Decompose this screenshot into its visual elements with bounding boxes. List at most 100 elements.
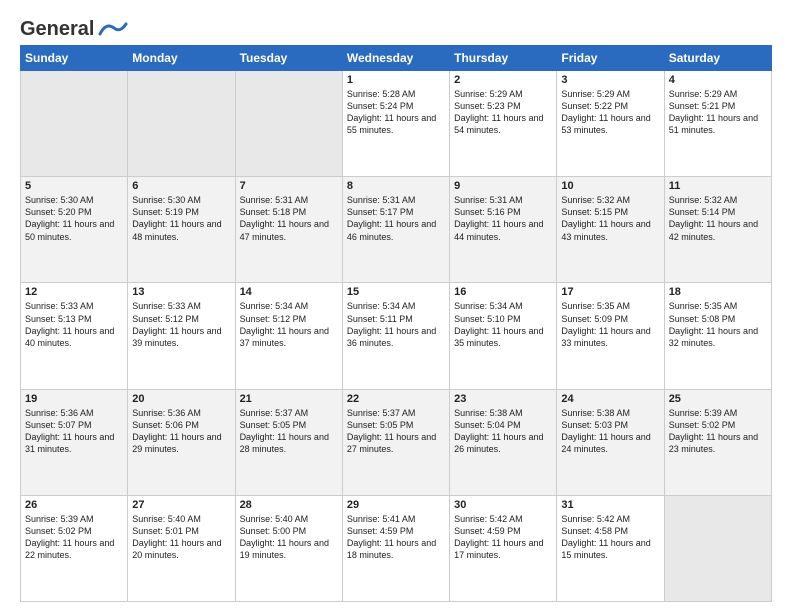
day-number: 27: [132, 499, 230, 511]
day-cell: [664, 495, 771, 601]
day-cell: 20 Sunrise: 5:36 AMSunset: 5:06 PMDayligh…: [128, 389, 235, 495]
day-cell: 3 Sunrise: 5:29 AMSunset: 5:22 PMDaylight…: [557, 71, 664, 177]
day-number: 6: [132, 180, 230, 192]
day-info: Sunrise: 5:34 AMSunset: 5:12 PMDaylight:…: [240, 300, 338, 349]
day-number: 13: [132, 286, 230, 298]
day-info: Sunrise: 5:37 AMSunset: 5:05 PMDaylight:…: [240, 407, 338, 456]
day-number: 19: [25, 393, 123, 405]
day-cell: [21, 71, 128, 177]
header-cell-sunday: Sunday: [21, 46, 128, 71]
day-cell: 19 Sunrise: 5:36 AMSunset: 5:07 PMDayligh…: [21, 389, 128, 495]
day-info: Sunrise: 5:36 AMSunset: 5:06 PMDaylight:…: [132, 407, 230, 456]
day-cell: 16 Sunrise: 5:34 AMSunset: 5:10 PMDayligh…: [450, 283, 557, 389]
header-cell-wednesday: Wednesday: [342, 46, 449, 71]
day-number: 7: [240, 180, 338, 192]
day-cell: 29 Sunrise: 5:41 AMSunset: 4:59 PMDayligh…: [342, 495, 449, 601]
day-cell: 30Sunrise: 5:42 AMSunset: 4:59 PMDayligh…: [450, 495, 557, 601]
day-info: Sunrise: 5:29 AMSunset: 5:23 PMDaylight:…: [454, 88, 552, 137]
day-number: 12: [25, 286, 123, 298]
day-cell: 2 Sunrise: 5:29 AMSunset: 5:23 PMDaylight…: [450, 71, 557, 177]
day-number: 2: [454, 74, 552, 86]
day-info: Sunrise: 5:31 AMSunset: 5:18 PMDaylight:…: [240, 194, 338, 243]
calendar-body: 1 Sunrise: 5:28 AMSunset: 5:24 PMDaylight…: [21, 71, 772, 602]
day-cell: 23 Sunrise: 5:38 AMSunset: 5:04 PMDayligh…: [450, 389, 557, 495]
day-info: Sunrise: 5:39 AMSunset: 5:02 PMDaylight:…: [25, 513, 123, 562]
calendar-header: SundayMondayTuesdayWednesdayThursdayFrid…: [21, 46, 772, 71]
day-number: 17: [561, 286, 659, 298]
day-number: 22: [347, 393, 445, 405]
day-number: 29: [347, 499, 445, 511]
day-number: 18: [669, 286, 767, 298]
day-info: Sunrise: 5:34 AMSunset: 5:10 PMDaylight:…: [454, 300, 552, 349]
day-info: Sunrise: 5:40 AMSunset: 5:00 PMDaylight:…: [240, 513, 338, 562]
day-cell: 4Sunrise: 5:29 AMSunset: 5:21 PMDaylight…: [664, 71, 771, 177]
header-row: SundayMondayTuesdayWednesdayThursdayFrid…: [21, 46, 772, 71]
logo-icon: [96, 20, 128, 40]
week-row-5: 26 Sunrise: 5:39 AMSunset: 5:02 PMDayligh…: [21, 495, 772, 601]
day-number: 25: [669, 393, 767, 405]
day-number: 16: [454, 286, 552, 298]
logo: General: [20, 18, 128, 37]
day-cell: 24 Sunrise: 5:38 AMSunset: 5:03 PMDayligh…: [557, 389, 664, 495]
day-number: 1: [347, 74, 445, 86]
day-cell: 15 Sunrise: 5:34 AMSunset: 5:11 PMDayligh…: [342, 283, 449, 389]
day-info: Sunrise: 5:35 AMSunset: 5:08 PMDaylight:…: [669, 300, 767, 349]
day-cell: 9Sunrise: 5:31 AMSunset: 5:16 PMDaylight…: [450, 177, 557, 283]
week-row-1: 1 Sunrise: 5:28 AMSunset: 5:24 PMDaylight…: [21, 71, 772, 177]
day-cell: 31 Sunrise: 5:42 AMSunset: 4:58 PMDayligh…: [557, 495, 664, 601]
day-number: 15: [347, 286, 445, 298]
day-info: Sunrise: 5:29 AMSunset: 5:22 PMDaylight:…: [561, 88, 659, 137]
day-number: 20: [132, 393, 230, 405]
day-info: Sunrise: 5:33 AMSunset: 5:12 PMDaylight:…: [132, 300, 230, 349]
day-cell: 28Sunrise: 5:40 AMSunset: 5:00 PMDayligh…: [235, 495, 342, 601]
day-number: 10: [561, 180, 659, 192]
day-cell: 7 Sunrise: 5:31 AMSunset: 5:18 PMDaylight…: [235, 177, 342, 283]
day-info: Sunrise: 5:41 AMSunset: 4:59 PMDaylight:…: [347, 513, 445, 562]
header-cell-monday: Monday: [128, 46, 235, 71]
day-cell: 27Sunrise: 5:40 AMSunset: 5:01 PMDayligh…: [128, 495, 235, 601]
day-number: 21: [240, 393, 338, 405]
day-info: Sunrise: 5:35 AMSunset: 5:09 PMDaylight:…: [561, 300, 659, 349]
day-cell: 5Sunrise: 5:30 AMSunset: 5:20 PMDaylight…: [21, 177, 128, 283]
day-number: 14: [240, 286, 338, 298]
header-cell-saturday: Saturday: [664, 46, 771, 71]
day-info: Sunrise: 5:36 AMSunset: 5:07 PMDaylight:…: [25, 407, 123, 456]
day-cell: 21 Sunrise: 5:37 AMSunset: 5:05 PMDayligh…: [235, 389, 342, 495]
day-info: Sunrise: 5:33 AMSunset: 5:13 PMDaylight:…: [25, 300, 123, 349]
day-info: Sunrise: 5:30 AMSunset: 5:19 PMDaylight:…: [132, 194, 230, 243]
day-cell: 14 Sunrise: 5:34 AMSunset: 5:12 PMDayligh…: [235, 283, 342, 389]
header-cell-tuesday: Tuesday: [235, 46, 342, 71]
day-info: Sunrise: 5:42 AMSunset: 4:58 PMDaylight:…: [561, 513, 659, 562]
day-info: Sunrise: 5:28 AMSunset: 5:24 PMDaylight:…: [347, 88, 445, 137]
day-cell: 26 Sunrise: 5:39 AMSunset: 5:02 PMDayligh…: [21, 495, 128, 601]
day-number: 8: [347, 180, 445, 192]
day-number: 31: [561, 499, 659, 511]
week-row-4: 19 Sunrise: 5:36 AMSunset: 5:07 PMDayligh…: [21, 389, 772, 495]
day-info: Sunrise: 5:32 AMSunset: 5:14 PMDaylight:…: [669, 194, 767, 243]
calendar-table: SundayMondayTuesdayWednesdayThursdayFrid…: [20, 45, 772, 602]
day-info: Sunrise: 5:34 AMSunset: 5:11 PMDaylight:…: [347, 300, 445, 349]
day-info: Sunrise: 5:39 AMSunset: 5:02 PMDaylight:…: [669, 407, 767, 456]
day-info: Sunrise: 5:32 AMSunset: 5:15 PMDaylight:…: [561, 194, 659, 243]
week-row-3: 12 Sunrise: 5:33 AMSunset: 5:13 PMDayligh…: [21, 283, 772, 389]
header-cell-friday: Friday: [557, 46, 664, 71]
week-row-2: 5Sunrise: 5:30 AMSunset: 5:20 PMDaylight…: [21, 177, 772, 283]
page: General SundayMondayTuesdayWednesdayThur…: [0, 0, 792, 612]
day-number: 4: [669, 74, 767, 86]
day-cell: 6 Sunrise: 5:30 AMSunset: 5:19 PMDaylight…: [128, 177, 235, 283]
header: General: [20, 18, 772, 37]
day-cell: [235, 71, 342, 177]
day-info: Sunrise: 5:38 AMSunset: 5:04 PMDaylight:…: [454, 407, 552, 456]
day-number: 9: [454, 180, 552, 192]
day-number: 11: [669, 180, 767, 192]
day-info: Sunrise: 5:38 AMSunset: 5:03 PMDaylight:…: [561, 407, 659, 456]
day-cell: 12 Sunrise: 5:33 AMSunset: 5:13 PMDayligh…: [21, 283, 128, 389]
day-number: 23: [454, 393, 552, 405]
day-cell: 22Sunrise: 5:37 AMSunset: 5:05 PMDayligh…: [342, 389, 449, 495]
header-cell-thursday: Thursday: [450, 46, 557, 71]
day-number: 24: [561, 393, 659, 405]
day-cell: 11 Sunrise: 5:32 AMSunset: 5:14 PMDayligh…: [664, 177, 771, 283]
day-number: 26: [25, 499, 123, 511]
day-number: 5: [25, 180, 123, 192]
day-number: 3: [561, 74, 659, 86]
